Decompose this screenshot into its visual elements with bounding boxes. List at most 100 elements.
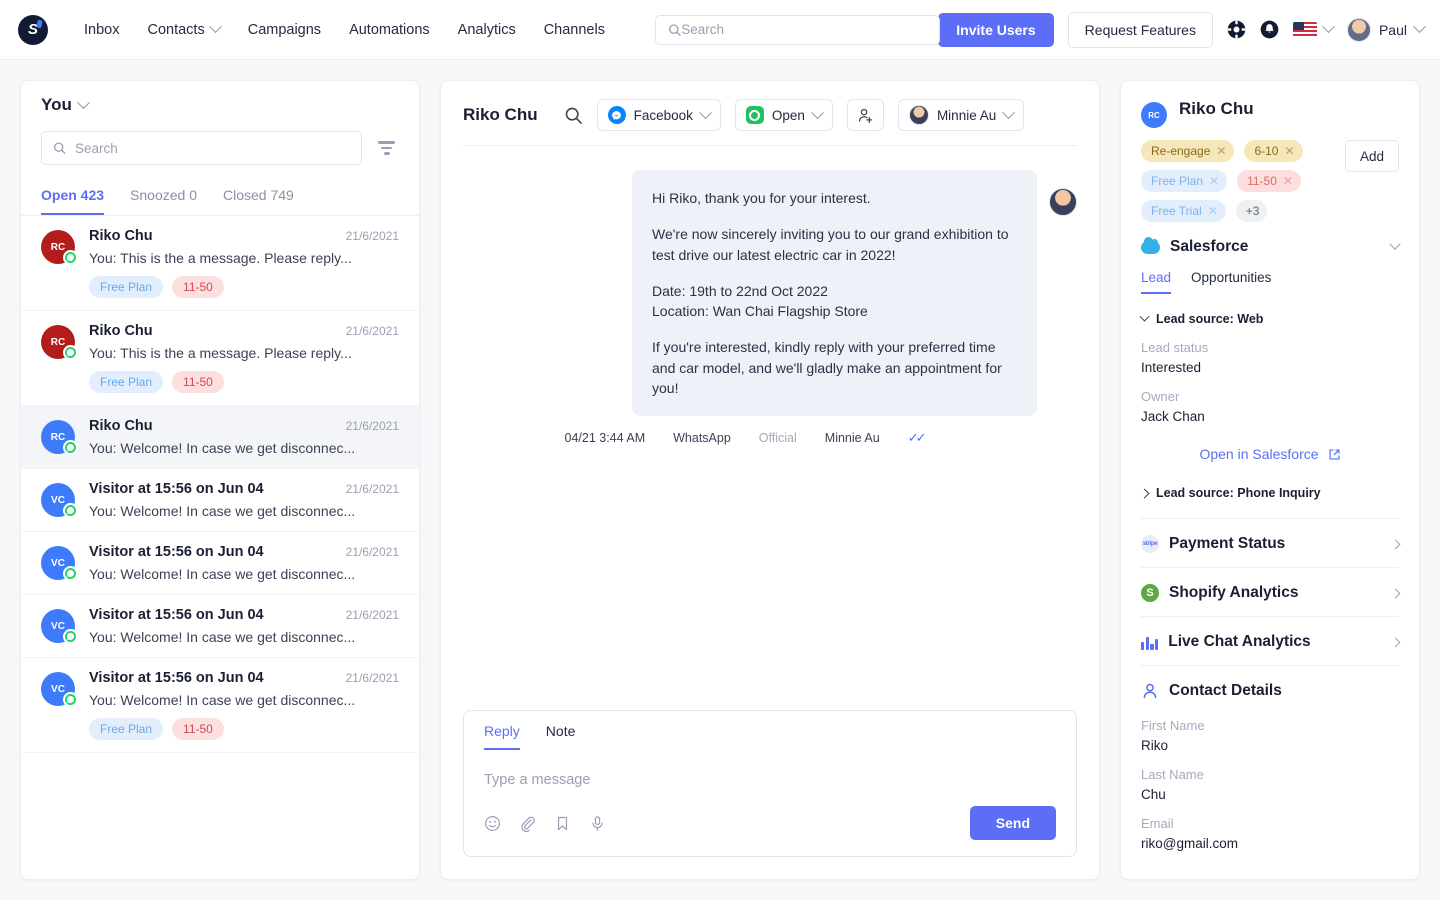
avatar: [1347, 18, 1371, 42]
conversation-search[interactable]: [41, 131, 362, 165]
message-bubble: Hi Riko, thank you for your interest.We'…: [632, 170, 1037, 416]
invite-users-button[interactable]: Invite Users: [938, 13, 1053, 47]
chevron-right-icon: [1140, 488, 1150, 498]
nav-link-automations[interactable]: Automations: [335, 16, 444, 44]
bell-icon[interactable]: [1260, 20, 1279, 39]
contact-tag[interactable]: 6-10✕: [1244, 140, 1302, 162]
conversation-list-item[interactable]: VCVisitor at 15:56 on Jun 0421/6/2021You…: [21, 532, 419, 595]
conversation-avatar-wrap: RC: [41, 230, 75, 264]
status-tab-2[interactable]: Closed 749: [223, 179, 294, 215]
global-search-input[interactable]: [681, 22, 927, 37]
channel-selector[interactable]: Facebook: [597, 99, 721, 131]
user-menu[interactable]: Paul: [1347, 18, 1424, 42]
add-tag-button[interactable]: Add: [1345, 140, 1399, 172]
conversation-name: Riko Chu: [89, 323, 153, 339]
salesforce-section-header[interactable]: Salesforce: [1141, 222, 1399, 270]
stripe-icon: stripe: [1141, 535, 1159, 553]
lead-source-phone-accordion[interactable]: Lead source: Phone Inquiry: [1141, 486, 1399, 500]
nav-link-label: Analytics: [458, 22, 516, 38]
conversation-preview: You: Welcome! In case we get disconnec..…: [89, 629, 399, 645]
open-in-salesforce-label: Open in Salesforce: [1199, 446, 1318, 462]
composer-tab-note[interactable]: Note: [546, 723, 576, 750]
list-search-row: [41, 131, 399, 165]
contact-details-section[interactable]: Contact Details: [1141, 666, 1399, 704]
emoji-icon[interactable]: [484, 815, 501, 832]
conversation-panel: Riko Chu Facebook Open: [440, 80, 1100, 880]
app-logo[interactable]: S: [18, 15, 48, 45]
add-assignee-button[interactable]: [847, 99, 884, 131]
attachment-icon[interactable]: [519, 815, 536, 832]
composer-tab-reply[interactable]: Reply: [484, 723, 520, 750]
assignee-selector[interactable]: Minnie Au: [898, 99, 1024, 131]
nav-link-campaigns[interactable]: Campaigns: [234, 16, 335, 44]
language-selector[interactable]: [1293, 22, 1333, 37]
conversation-list-item[interactable]: VCVisitor at 15:56 on Jun 0421/6/2021You…: [21, 595, 419, 658]
conversation-scroll-area[interactable]: RCRiko Chu21/6/2021You: This is the a me…: [21, 216, 419, 879]
whatsapp-icon: [63, 629, 78, 644]
microphone-icon[interactable]: [589, 815, 606, 832]
status-selector[interactable]: Open: [735, 99, 833, 131]
contact-tag-label: Free Plan: [1151, 174, 1203, 188]
contact-details-scroll[interactable]: RC Riko Chu Re-engage✕6-10✕Free Plan✕11-…: [1121, 81, 1419, 879]
filter-icon[interactable]: [374, 137, 399, 159]
contact-field-value: Riko: [1141, 738, 1399, 753]
contact-tag[interactable]: Free Plan ✕: [1141, 170, 1227, 192]
conversation-date: 21/6/2021: [338, 229, 399, 243]
salesforce-tab-opportunities[interactable]: Opportunities: [1191, 270, 1271, 294]
close-icon[interactable]: ✕: [1209, 174, 1219, 188]
message-scroll-area[interactable]: Hi Riko, thank you for your interest.We'…: [441, 146, 1099, 710]
conversation-avatar-wrap: VC: [41, 483, 75, 517]
nav-link-inbox[interactable]: Inbox: [70, 16, 133, 44]
open-in-salesforce-link[interactable]: Open in Salesforce: [1141, 446, 1399, 462]
shopify-analytics-section[interactable]: S Shopify Analytics: [1141, 568, 1399, 616]
live-chat-analytics-section[interactable]: Live Chat Analytics: [1141, 617, 1399, 665]
message-paragraph: We're now sincerely inviting you to our …: [652, 224, 1017, 265]
lead-source-web-accordion[interactable]: Lead source: Web: [1141, 312, 1399, 326]
payment-status-section[interactable]: stripe Payment Status: [1141, 519, 1399, 567]
search-icon[interactable]: [564, 106, 583, 125]
conversation-list-item[interactable]: VCVisitor at 15:56 on Jun 0421/6/2021You…: [21, 658, 419, 753]
close-icon[interactable]: ✕: [1208, 204, 1218, 218]
close-icon[interactable]: ✕: [1284, 144, 1294, 158]
conversation-list-item[interactable]: RCRiko Chu21/6/2021You: Welcome! In case…: [21, 406, 419, 469]
conversation-list-item[interactable]: VCVisitor at 15:56 on Jun 0421/6/2021You…: [21, 469, 419, 532]
global-search[interactable]: [655, 15, 940, 45]
nav-link-label: Inbox: [84, 22, 119, 38]
close-icon[interactable]: ✕: [1283, 174, 1293, 188]
lead-status-field: Lead status Interested: [1141, 340, 1399, 375]
status-tab-1[interactable]: Snoozed 0: [130, 179, 197, 215]
salesforce-icon: [1141, 241, 1160, 254]
request-features-button[interactable]: Request Features: [1068, 12, 1213, 48]
conversation-chips: Free Plan11-50: [89, 276, 399, 298]
conversation-avatar-wrap: VC: [41, 609, 75, 643]
bookmark-icon[interactable]: [554, 815, 571, 832]
assignee-label: Minnie Au: [937, 108, 996, 123]
nav-link-channels[interactable]: Channels: [530, 16, 619, 44]
conversation-preview: You: Welcome! In case we get disconnec..…: [89, 440, 399, 456]
inbox-owner-selector[interactable]: You: [41, 95, 399, 115]
nav-link-contacts[interactable]: Contacts: [133, 16, 233, 44]
inbox-owner-label: You: [41, 95, 72, 115]
conversation-list-item[interactable]: RCRiko Chu21/6/2021You: This is the a me…: [21, 216, 419, 311]
contact-tag[interactable]: 11-50✕: [1237, 170, 1301, 192]
contact-tag[interactable]: Re-engage✕: [1141, 140, 1234, 162]
conversation-chips: Free Plan11-50: [89, 371, 399, 393]
status-tab-0[interactable]: Open 423: [41, 179, 104, 215]
salesforce-tabs: Lead Opportunities: [1141, 270, 1399, 294]
salesforce-tab-lead[interactable]: Lead: [1141, 270, 1171, 294]
contact-tag[interactable]: +3: [1236, 200, 1268, 222]
close-icon[interactable]: ✕: [1216, 144, 1226, 158]
conversation-chip: Free Plan: [89, 276, 163, 298]
contact-tag[interactable]: Free Trial✕: [1141, 200, 1226, 222]
nav-link-analytics[interactable]: Analytics: [444, 16, 530, 44]
conversation-search-input[interactable]: [75, 141, 350, 156]
gear-icon[interactable]: [1227, 20, 1246, 39]
nav-link-label: Campaigns: [248, 22, 321, 38]
us-flag-icon: [1293, 22, 1317, 37]
conversation-list-item[interactable]: RCRiko Chu21/6/2021You: This is the a me…: [21, 311, 419, 406]
message-sender-avatar: [1049, 188, 1077, 216]
message-input[interactable]: Type a message: [464, 750, 1076, 794]
contact-field-value: riko@gmail.com: [1141, 836, 1399, 851]
send-button[interactable]: Send: [970, 806, 1056, 840]
conversation-list-panel: You Open 423Snoozed 0Closed 749 RCRiko C…: [20, 80, 420, 880]
